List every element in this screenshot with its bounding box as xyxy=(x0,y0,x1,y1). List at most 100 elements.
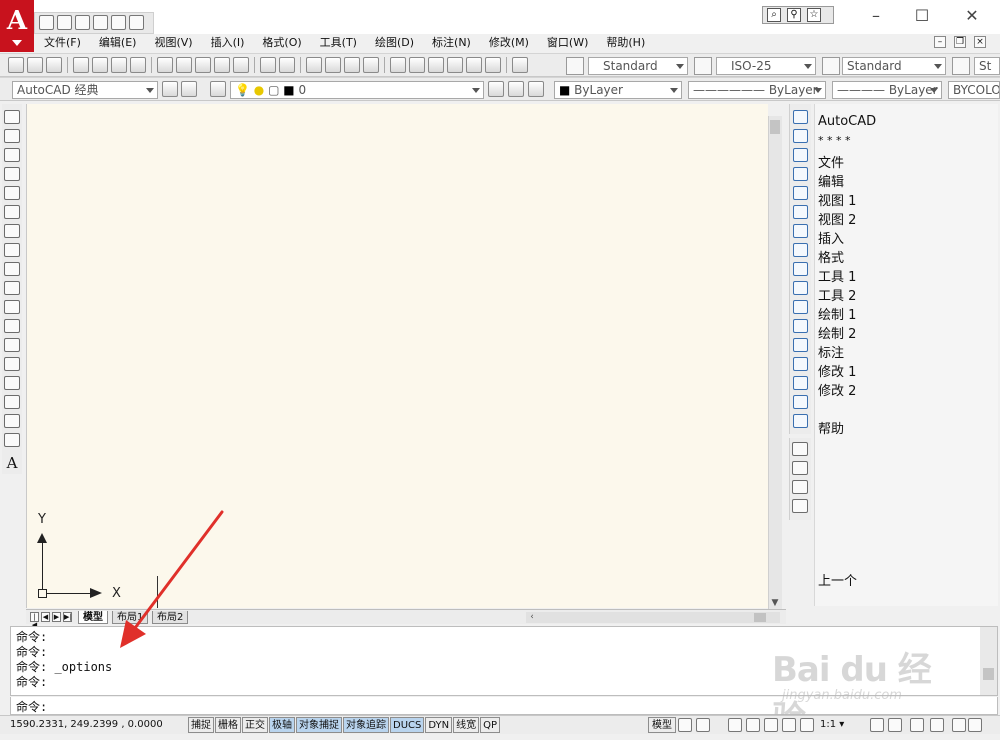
model-space-button[interactable]: 模型 xyxy=(648,717,676,733)
region-icon[interactable] xyxy=(4,414,20,428)
move-icon[interactable] xyxy=(793,205,808,219)
explode-icon[interactable] xyxy=(793,414,808,428)
menu-modify[interactable]: 修改(M) xyxy=(480,34,538,52)
trim-icon[interactable] xyxy=(793,281,808,295)
toggle-dyn[interactable]: DYN xyxy=(425,717,453,733)
screen-menu-modify1[interactable]: 修改 1 xyxy=(818,361,856,380)
menu-view[interactable]: 视图(V) xyxy=(145,34,201,52)
construction-line-icon[interactable] xyxy=(4,129,20,143)
text-style-select[interactable]: Standard xyxy=(588,57,688,75)
toggle-otrack[interactable]: 对象追踪 xyxy=(343,717,389,733)
workspace-select[interactable]: AutoCAD 经典 xyxy=(12,81,158,99)
redo-icon[interactable] xyxy=(129,15,144,30)
maximize-button[interactable]: ☐ xyxy=(902,4,942,28)
showmotion-icon[interactable] xyxy=(782,718,796,732)
annotation-scale-value[interactable]: 1:1 ▾ xyxy=(820,718,844,732)
save-icon[interactable] xyxy=(46,57,62,73)
dimension-style-icon[interactable] xyxy=(694,57,712,75)
copy-icon[interactable] xyxy=(176,57,192,73)
tab-model[interactable]: 模型 xyxy=(78,611,108,624)
lock-icon[interactable] xyxy=(930,718,944,732)
scroll-down-arrow-icon[interactable]: ▼ xyxy=(770,598,780,608)
plot-icon[interactable] xyxy=(73,57,89,73)
design-center-icon[interactable] xyxy=(409,57,425,73)
table-style-select[interactable]: Standard xyxy=(842,57,946,75)
auto-add-scale-icon[interactable] xyxy=(888,718,902,732)
screen-menu-tools1[interactable]: 工具 1 xyxy=(818,266,856,285)
screen-menu-stars[interactable]: * * * * xyxy=(818,134,851,147)
revision-cloud-icon[interactable] xyxy=(4,243,20,257)
redo-icon[interactable] xyxy=(279,57,295,73)
rotate-icon[interactable] xyxy=(793,224,808,238)
menu-help[interactable]: 帮助(H) xyxy=(597,34,654,52)
open-icon[interactable] xyxy=(27,57,43,73)
multileader-style-icon[interactable] xyxy=(952,57,970,75)
pan-icon[interactable] xyxy=(306,57,322,73)
annotation-visibility-icon[interactable] xyxy=(870,718,884,732)
screen-menu-format[interactable]: 格式 xyxy=(818,247,844,266)
horizontal-scroll-thumb[interactable] xyxy=(754,613,766,622)
toggle-polar[interactable]: 极轴 xyxy=(269,717,295,733)
doc-restore-button[interactable]: ❐ xyxy=(954,36,966,48)
print-icon[interactable] xyxy=(93,15,108,30)
screen-menu-draw2[interactable]: 绘制 2 xyxy=(818,323,856,342)
previous-tab-icon[interactable]: ◀ xyxy=(41,612,50,622)
screen-menu-view2[interactable]: 视图 2 xyxy=(818,209,856,228)
screen-menu-help[interactable]: 帮助 xyxy=(818,418,844,437)
lineweight-select[interactable]: ———— ByLayer xyxy=(832,81,942,99)
menu-tools[interactable]: 工具(T) xyxy=(311,34,366,52)
new-file-icon[interactable] xyxy=(39,15,54,30)
table-style-icon[interactable] xyxy=(822,57,840,75)
quick-view-layouts-icon[interactable] xyxy=(678,718,692,732)
menu-edit[interactable]: 编辑(E) xyxy=(90,34,146,52)
menu-insert[interactable]: 插入(I) xyxy=(202,34,254,52)
screen-menu-autocad[interactable]: AutoCAD xyxy=(818,114,876,129)
screen-menu-previous[interactable]: 上一个 xyxy=(818,570,857,589)
drawing-vertical-scrollbar[interactable] xyxy=(768,116,782,610)
properties-icon[interactable] xyxy=(390,57,406,73)
send-to-back-icon[interactable] xyxy=(792,461,808,475)
hatch-icon[interactable] xyxy=(4,376,20,390)
block-editor-icon[interactable] xyxy=(233,57,249,73)
spline-icon[interactable] xyxy=(4,262,20,276)
erase-icon[interactable] xyxy=(793,110,808,124)
gradient-icon[interactable] xyxy=(4,395,20,409)
next-tab-icon[interactable]: ▶ xyxy=(52,612,61,622)
cursor-coordinates[interactable]: 1590.2331, 249.2399 , 0.0000 xyxy=(10,719,163,730)
scale-icon[interactable] xyxy=(793,243,808,257)
array-icon[interactable] xyxy=(793,186,808,200)
open-folder-icon[interactable] xyxy=(57,15,72,30)
menu-draw[interactable]: 绘图(D) xyxy=(366,34,423,52)
minimize-button[interactable]: – xyxy=(856,4,896,28)
point-icon[interactable] xyxy=(4,357,20,371)
paste-icon[interactable] xyxy=(195,57,211,73)
scroll-left-arrow-icon[interactable]: ‹ xyxy=(526,612,538,623)
dimension-style-select[interactable]: ISO-25 xyxy=(716,57,816,75)
toggle-lineweight[interactable]: 线宽 xyxy=(453,717,480,733)
zoom-window-icon[interactable] xyxy=(344,57,360,73)
plot-preview-icon[interactable] xyxy=(92,57,108,73)
3d-dwf-icon[interactable] xyxy=(130,57,146,73)
favorites-star-icon[interactable]: ☆ xyxy=(807,8,821,22)
publish-icon[interactable] xyxy=(111,57,127,73)
menu-file[interactable]: 文件(F) xyxy=(35,34,90,52)
polyline-icon[interactable] xyxy=(4,148,20,162)
menu-dimension[interactable]: 标注(N) xyxy=(423,34,480,52)
screen-menu-tools2[interactable]: 工具 2 xyxy=(818,285,856,304)
application-menu-button[interactable]: A xyxy=(0,0,34,52)
layer-states-icon[interactable] xyxy=(528,81,544,97)
menu-format[interactable]: 格式(O) xyxy=(253,34,310,52)
workspace-settings-icon[interactable] xyxy=(162,81,178,97)
make-object-layer-current-icon[interactable] xyxy=(488,81,504,97)
toggle-ortho[interactable]: 正交 xyxy=(242,717,268,733)
calculator-icon[interactable] xyxy=(485,57,501,73)
status-bar-menu-icon[interactable] xyxy=(952,718,966,732)
screen-menu-draw1[interactable]: 绘制 1 xyxy=(818,304,856,323)
mirror-icon[interactable] xyxy=(793,148,808,162)
toggle-snap[interactable]: 捕捉 xyxy=(188,717,214,733)
ellipse-icon[interactable] xyxy=(4,281,20,295)
copy-object-icon[interactable] xyxy=(793,129,808,143)
send-under-icon[interactable] xyxy=(792,499,808,513)
zoom-realtime-icon[interactable] xyxy=(325,57,341,73)
undo-icon[interactable] xyxy=(260,57,276,73)
